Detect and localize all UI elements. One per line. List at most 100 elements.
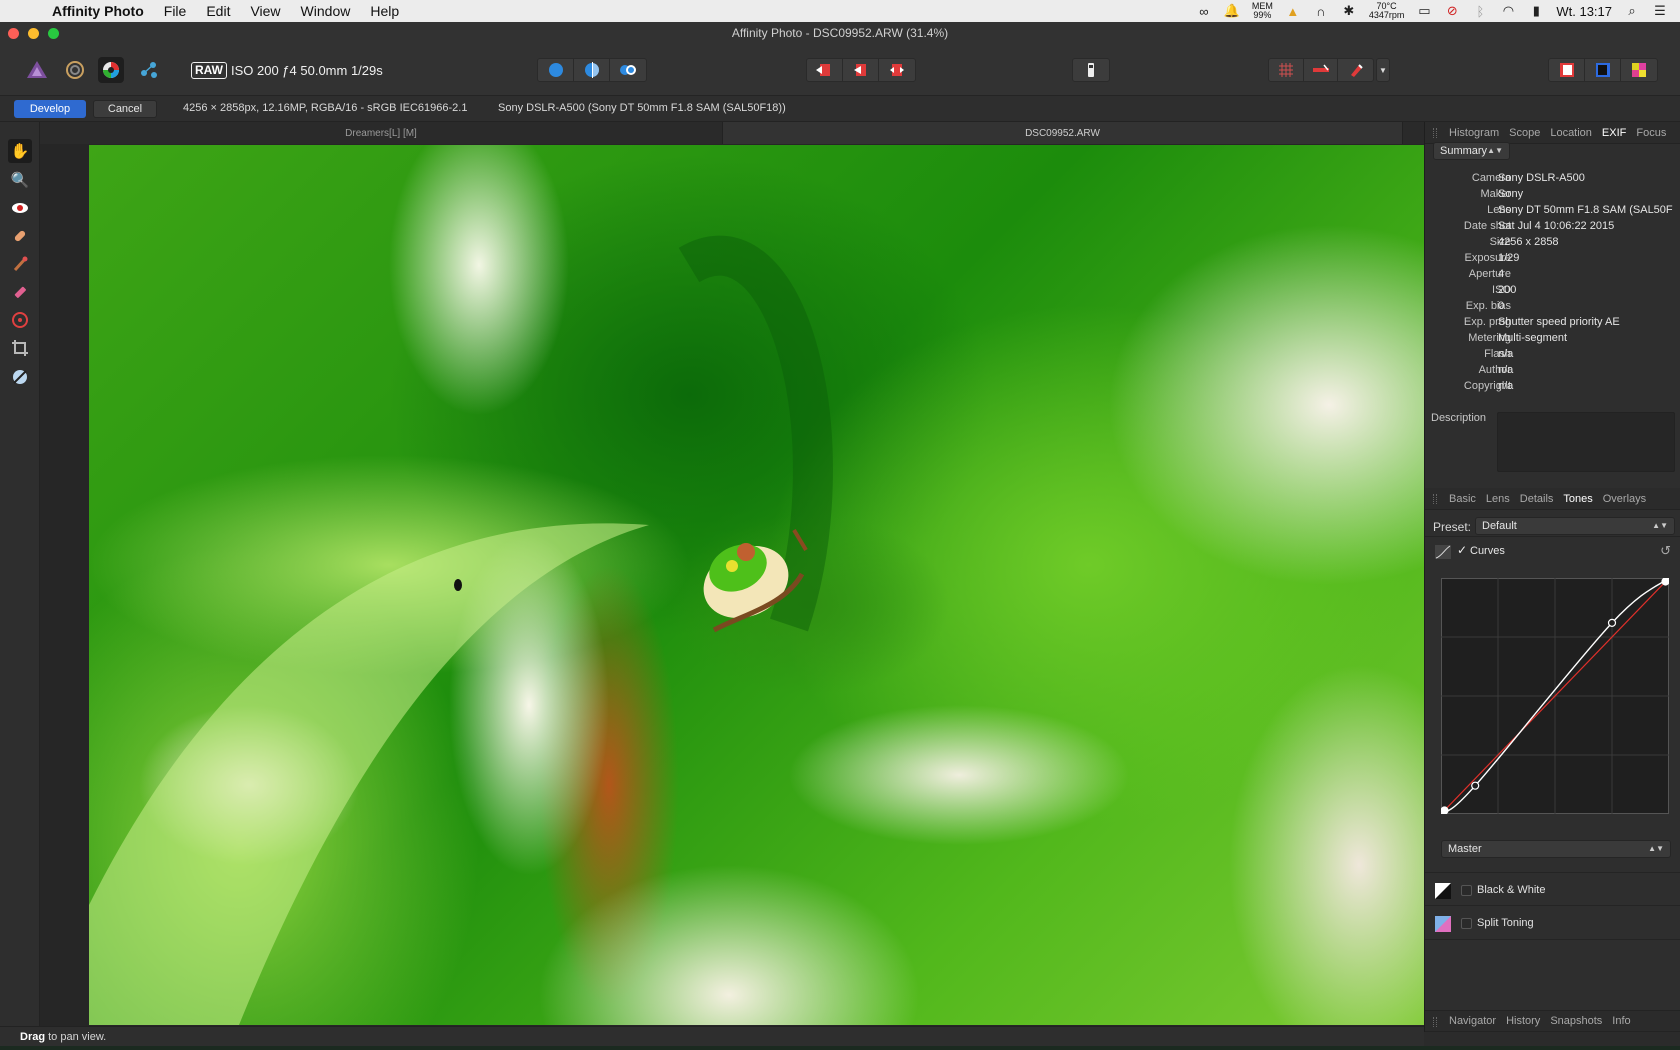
menu-file[interactable]: File <box>164 3 187 19</box>
studio-panels-group <box>1548 58 1658 82</box>
memory-monitor[interactable]: MEM 99% <box>1252 2 1273 20</box>
curves-enable-checkbox[interactable]: ✓ <box>1457 543 1467 557</box>
grid-button[interactable] <box>1269 59 1304 81</box>
panel-grip-icon[interactable] <box>1433 1017 1437 1027</box>
assistant-button[interactable] <box>1073 59 1109 81</box>
snapping-dropdown-icon[interactable]: ▼ <box>1376 58 1390 82</box>
split-toning-row[interactable]: Split Toning <box>1425 906 1680 940</box>
blocked-icon[interactable]: ⊘ <box>1444 3 1460 18</box>
develop-persona-icon[interactable] <box>98 57 124 83</box>
battery-icon[interactable]: ▮ <box>1528 3 1544 18</box>
develop-button[interactable]: Develop <box>14 100 86 118</box>
snapping-magnet-button[interactable] <box>1338 59 1373 81</box>
wifi-icon[interactable]: ◠ <box>1500 3 1516 18</box>
overlay-gradient-tool-icon[interactable] <box>8 308 32 332</box>
reset-icon[interactable]: ↺ <box>1660 543 1671 559</box>
exif-summary-select[interactable]: Summary ▲▼ <box>1433 142 1510 160</box>
panel-grip-icon[interactable] <box>1433 494 1437 504</box>
close-window-button[interactable] <box>8 28 19 39</box>
raw-exposure-info: ISO 200 ƒ4 50.0mm 1/29s <box>231 63 383 78</box>
split-toning-checkbox[interactable] <box>1461 918 1472 929</box>
view-tool-hand-icon[interactable]: ✋ <box>8 139 32 163</box>
temperature-monitor[interactable]: 70°C 4347rpm <box>1369 2 1405 20</box>
cone-icon[interactable]: ▲ <box>1285 4 1301 19</box>
clip-shadows-button[interactable] <box>879 59 915 81</box>
color-swatch-toggle[interactable] <box>1621 59 1657 81</box>
tab-basic[interactable]: Basic <box>1449 493 1476 505</box>
black-white-row[interactable]: Black & White <box>1425 872 1680 906</box>
black-white-label: Black & White <box>1477 884 1546 896</box>
creative-cloud-icon[interactable]: ∞ <box>1196 4 1212 19</box>
right-studio-toggle[interactable] <box>1585 59 1621 81</box>
cancel-button[interactable]: Cancel <box>93 100 157 118</box>
fan-icon[interactable]: ✱ <box>1341 3 1357 18</box>
tab-navigator[interactable]: Navigator <box>1449 1015 1496 1027</box>
menu-view[interactable]: View <box>250 3 280 19</box>
raw-photo[interactable] <box>89 145 1424 1025</box>
exif-row: Copyright n/a <box>1425 380 1680 396</box>
left-studio-toggle[interactable] <box>1549 59 1585 81</box>
split-view-button[interactable] <box>574 59 610 81</box>
tab-snapshots[interactable]: Snapshots <box>1550 1015 1602 1027</box>
blemish-tool-icon[interactable] <box>8 224 32 248</box>
tab-details[interactable]: Details <box>1520 493 1554 505</box>
bluetooth-icon[interactable]: ᛒ <box>1472 4 1488 19</box>
photo-persona-icon[interactable] <box>24 57 50 83</box>
menu-help[interactable]: Help <box>370 3 399 19</box>
overlay-erase-tool-icon[interactable] <box>8 280 32 304</box>
window-title: Affinity Photo - DSC09952.ARW (31.4%) <box>731 26 949 40</box>
tab-location[interactable]: Location <box>1550 127 1592 139</box>
tab-info[interactable]: Info <box>1612 1015 1630 1027</box>
black-white-checkbox[interactable] <box>1461 885 1472 896</box>
arch-icon[interactable]: ∩ <box>1313 4 1329 19</box>
guides-button[interactable] <box>1304 59 1339 81</box>
tab-tones[interactable]: Tones <box>1563 493 1592 505</box>
channel-select[interactable]: Master ▲▼ <box>1441 840 1671 858</box>
single-view-button[interactable] <box>538 59 574 81</box>
clip-midtones-button[interactable] <box>843 59 879 81</box>
tab-dsc09952[interactable]: DSC09952.ARW <box>723 122 1403 144</box>
app-menu[interactable]: Affinity Photo <box>52 3 144 19</box>
tab-histogram[interactable]: Histogram <box>1449 127 1499 139</box>
tab-overlays[interactable]: Overlays <box>1603 493 1646 505</box>
notification-bell-icon[interactable]: 🔔 <box>1224 3 1240 18</box>
curve-node[interactable] <box>1441 806 1449 814</box>
curve-node[interactable] <box>1471 781 1480 790</box>
exif-value: 4 <box>1498 268 1505 280</box>
overlay-paint-tool-icon[interactable] <box>8 252 32 276</box>
notification-center-icon[interactable]: ☰ <box>1652 3 1668 18</box>
preset-select[interactable]: Default ▲▼ <box>1475 517 1675 535</box>
tab-focus[interactable]: Focus <box>1636 127 1666 139</box>
zoom-tool-icon[interactable]: 🔍 <box>8 168 32 192</box>
zoom-window-button[interactable] <box>48 28 59 39</box>
tab-scope[interactable]: Scope <box>1509 127 1540 139</box>
curve-node[interactable] <box>1661 578 1669 586</box>
document-canvas[interactable] <box>40 144 1424 1026</box>
tab-lens[interactable]: Lens <box>1486 493 1510 505</box>
curves-graph[interactable] <box>1441 578 1669 814</box>
mirror-view-button[interactable] <box>610 59 646 81</box>
panel-grip-icon[interactable] <box>1433 128 1437 138</box>
liquify-persona-icon[interactable] <box>62 57 88 83</box>
red-eye-tool-icon[interactable] <box>8 196 32 220</box>
minimize-window-button[interactable] <box>28 28 39 39</box>
camera-info: Sony DSLR-A500 (Sony DT 50mm F1.8 SAM (S… <box>498 102 786 114</box>
exif-row: Metering Multi-segment <box>1425 332 1680 348</box>
description-field[interactable] <box>1497 412 1675 472</box>
exif-value: Sony DSLR-A500 <box>1498 172 1585 184</box>
export-persona-icon[interactable] <box>136 57 162 83</box>
crop-tool-icon[interactable] <box>8 336 32 360</box>
white-balance-tool-icon[interactable] <box>8 365 32 389</box>
curve-node[interactable] <box>1607 618 1617 627</box>
display-icon[interactable]: ▭ <box>1416 3 1432 18</box>
view-mode-group <box>537 58 647 82</box>
tab-dreamers[interactable]: Dreamers[L] [M] <box>40 122 723 144</box>
spotlight-search-icon[interactable]: ⌕ <box>1624 3 1640 18</box>
menu-edit[interactable]: Edit <box>206 3 230 19</box>
split-toning-icon <box>1435 916 1451 935</box>
tab-exif[interactable]: EXIF <box>1602 127 1626 139</box>
menu-window[interactable]: Window <box>301 3 351 19</box>
clip-highlights-button[interactable] <box>807 59 843 81</box>
tab-history[interactable]: History <box>1506 1015 1540 1027</box>
clock[interactable]: Wt. 13:17 <box>1556 4 1612 19</box>
